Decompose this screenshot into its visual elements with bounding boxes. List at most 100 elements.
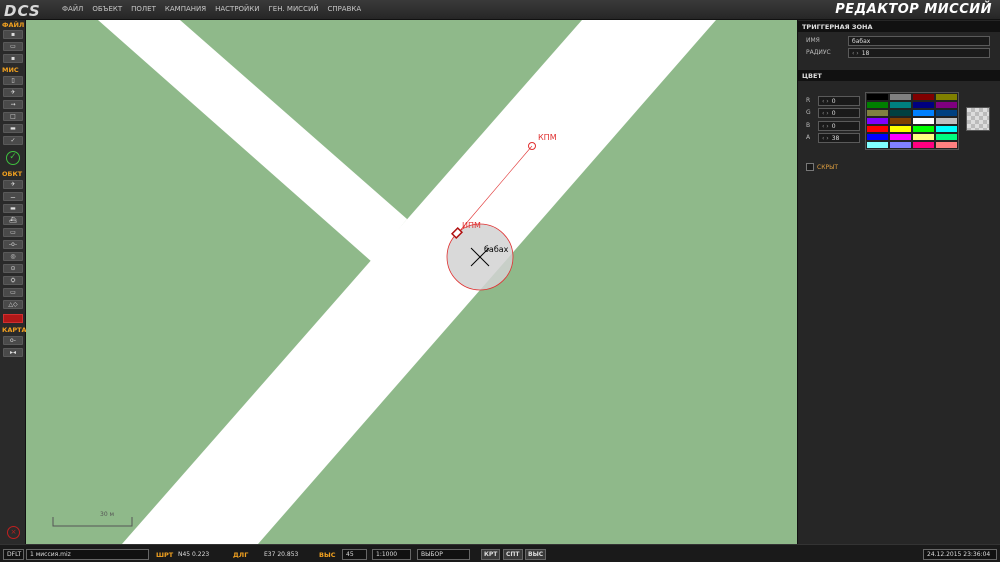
a-stepper[interactable]: ‹ › 38 — [818, 133, 860, 143]
zone-name-field[interactable]: бабах — [848, 36, 990, 46]
navpoint-icon[interactable]: ▭ — [3, 288, 23, 297]
menu-help[interactable]: СПРАВКА — [327, 5, 361, 13]
color-swatch[interactable] — [889, 141, 912, 149]
color-swatch[interactable] — [912, 101, 935, 109]
map-measure-icon[interactable]: ▸◂ — [3, 348, 23, 357]
delete-object-icon[interactable] — [3, 314, 23, 323]
color-swatch[interactable] — [935, 141, 958, 149]
route-tool-icon[interactable]: ⇝ — [3, 100, 23, 109]
radius-label: РАДИУС — [806, 49, 831, 56]
spinner-arrows-icon[interactable]: ‹ › — [822, 110, 829, 117]
color-swatch[interactable] — [912, 109, 935, 117]
helicopter-group-icon[interactable]: ⚊ — [3, 192, 23, 201]
menu-flight[interactable]: ПОЛЕТ — [131, 5, 156, 13]
hidden-checkbox[interactable] — [806, 163, 814, 171]
plane-group-icon[interactable]: ✈ — [3, 180, 23, 189]
color-swatch[interactable] — [866, 109, 889, 117]
altitude-field: 45 — [342, 549, 367, 560]
color-swatch[interactable] — [889, 133, 912, 141]
template-icon[interactable]: -o- — [3, 240, 23, 249]
altitude-view-button[interactable]: ВЫС — [525, 549, 547, 560]
status-bar: DFLT 1 миссия.miz ШРТ N45 0.223 ДЛГ E37 … — [0, 544, 1000, 562]
color-swatch[interactable] — [935, 101, 958, 109]
color-swatch[interactable] — [889, 109, 912, 117]
check-tool-icon[interactable]: ✓ — [3, 136, 23, 145]
altitude-label: ВЫС — [319, 551, 336, 559]
satellite-view-button[interactable]: СПТ — [503, 549, 523, 560]
color-palette — [865, 92, 959, 150]
color-swatch[interactable] — [889, 93, 912, 101]
a-label: A — [806, 134, 811, 141]
mode-field[interactable]: ВЫБОР — [417, 549, 470, 560]
color-swatch[interactable] — [866, 133, 889, 141]
fly-mission-check-icon[interactable]: ✓ — [6, 151, 20, 165]
save-file-icon[interactable]: ▪ — [3, 54, 23, 63]
menu-file[interactable]: ФАЙЛ — [62, 5, 83, 13]
color-swatch[interactable] — [935, 109, 958, 117]
name-label: ИМЯ — [806, 37, 820, 44]
g-stepper[interactable]: ‹ › 0 — [818, 108, 860, 118]
map-canvas[interactable]: КПМ ИПМ бабах 30 м — [26, 20, 797, 544]
spinner-arrows-icon[interactable]: ‹ › — [822, 135, 829, 142]
map-scale-field[interactable]: 1:1000 — [372, 549, 411, 560]
toolbar-map-header: КАРТА — [2, 326, 27, 334]
profile-field[interactable]: DFLT — [3, 549, 24, 560]
color-swatch[interactable] — [866, 125, 889, 133]
color-swatch[interactable] — [866, 141, 889, 149]
color-swatch[interactable] — [866, 117, 889, 125]
ground-unit-icon[interactable]: ▬ — [3, 204, 23, 213]
menu-object[interactable]: ОБЪЕКТ — [92, 5, 122, 13]
color-swatch[interactable] — [935, 93, 958, 101]
ruler-tool-icon[interactable]: o- — [3, 336, 23, 345]
static-object-icon[interactable]: ▭ — [3, 228, 23, 237]
color-swatch[interactable] — [889, 117, 912, 125]
color-preview — [966, 107, 990, 131]
longitude-value: E37 20.853 — [264, 551, 299, 558]
b-stepper[interactable]: ‹ › 0 — [818, 121, 860, 131]
shapes-icon[interactable]: △◇ — [3, 300, 23, 309]
color-swatch[interactable] — [912, 125, 935, 133]
zone-name-label: бабах — [484, 245, 509, 254]
target-zone-icon[interactable]: ◎ — [3, 252, 23, 261]
menu-settings[interactable]: НАСТРОЙКИ — [215, 5, 259, 13]
r-label: R — [806, 97, 811, 104]
color-swatch[interactable] — [889, 101, 912, 109]
color-swatch[interactable] — [912, 93, 935, 101]
spinner-arrows-icon[interactable]: ‹ › — [852, 50, 859, 57]
toolbar-file-header: ФАЙЛ — [2, 21, 25, 29]
radius-stepper[interactable]: ‹ › 18 — [848, 48, 990, 58]
airfield-icon[interactable]: ⛭ — [3, 276, 23, 285]
ship-group-icon[interactable]: ⛴ — [3, 216, 23, 225]
hidden-label: СКРЫТ — [817, 164, 839, 171]
map-view[interactable]: КПМ ИПМ бабах 30 м — [26, 20, 797, 544]
color-swatch[interactable] — [935, 133, 958, 141]
close-mission-icon[interactable]: × — [7, 526, 20, 539]
menu-mission-generator[interactable]: ГЕН. МИССИЙ — [269, 5, 319, 13]
color-swatch[interactable] — [866, 93, 889, 101]
color-swatch[interactable] — [912, 133, 935, 141]
color-swatch[interactable] — [935, 125, 958, 133]
menu-campaign[interactable]: КАМПАНИЯ — [165, 5, 206, 13]
trigger-zone-panel: ТРИГГЕРНАЯ ЗОНА ИМЯ бабах РАДИУС ‹ › 18 Ц… — [797, 20, 1000, 544]
color-swatch[interactable] — [935, 117, 958, 125]
new-file-icon[interactable]: ▪ — [3, 30, 23, 39]
color-swatch[interactable] — [889, 125, 912, 133]
main-menu: ФАЙЛ ОБЪЕКТ ПОЛЕТ КАМПАНИЯ НАСТРОЙКИ ГЕН… — [62, 5, 361, 13]
color-swatch[interactable] — [866, 101, 889, 109]
datetime-field: 24.12.2015 23:36:04 — [923, 549, 997, 560]
open-file-icon[interactable]: ▭ — [3, 42, 23, 51]
color-swatch[interactable] — [912, 141, 935, 149]
r-stepper[interactable]: ‹ › 0 — [818, 96, 860, 106]
trigger-zone-icon[interactable]: □ — [3, 112, 23, 121]
target-icon[interactable]: ⊙ — [3, 264, 23, 273]
triggers-icon[interactable]: ▬ — [3, 124, 23, 133]
briefing-icon[interactable]: ▯ — [3, 76, 23, 85]
aircraft-tool-icon[interactable]: ✈ — [3, 88, 23, 97]
spinner-arrows-icon[interactable]: ‹ › — [822, 123, 829, 130]
app-title: РЕДАКТОР МИССИЙ — [835, 2, 992, 17]
map-view-button[interactable]: КРТ — [481, 549, 501, 560]
spinner-arrows-icon[interactable]: ‹ › — [822, 98, 829, 105]
r-value: 0 — [831, 98, 836, 105]
latitude-value: N45 0.223 — [178, 551, 210, 558]
color-swatch[interactable] — [912, 117, 935, 125]
